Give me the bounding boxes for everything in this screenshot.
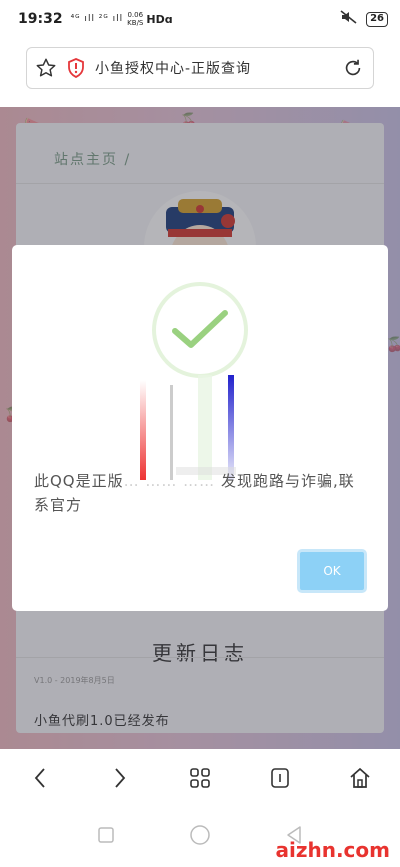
status-bar: 19:32 ⁴ᴳ ıll ²ᴳ ıll 0.06 KB/S HDɑ 26 xyxy=(0,0,400,38)
browser-toolbar xyxy=(0,749,400,807)
circle-icon[interactable] xyxy=(189,824,211,850)
shield-icon[interactable] xyxy=(65,58,87,78)
window-icon[interactable] xyxy=(260,758,300,798)
clock: 19:32 xyxy=(18,11,63,27)
ok-button[interactable]: OK xyxy=(297,549,367,593)
home-icon[interactable] xyxy=(340,758,380,798)
back-icon[interactable] xyxy=(20,758,60,798)
battery-indicator: 26 xyxy=(366,11,388,27)
forward-icon[interactable] xyxy=(100,758,140,798)
hd-indicator: HDɑ xyxy=(146,12,173,26)
success-icon xyxy=(152,282,248,378)
star-icon[interactable] xyxy=(27,57,65,79)
square-icon[interactable] xyxy=(97,826,115,848)
address-bar[interactable]: 小鱼授权中心-正版查询 xyxy=(26,47,374,89)
dialog-message: 此QQ是正版… …… …… 发现跑路与诈骗,联系官方 xyxy=(34,472,355,514)
url-text[interactable]: 小鱼授权中心-正版查询 xyxy=(87,58,333,78)
success-dialog: 此QQ是正版… …… …… 发现跑路与诈骗,联系官方 OK xyxy=(12,245,388,611)
reload-icon[interactable] xyxy=(333,57,373,79)
network-speed: 0.06 KB/S xyxy=(127,11,144,27)
mute-icon xyxy=(340,10,358,28)
tabs-grid-icon[interactable] xyxy=(180,758,220,798)
site-watermark: aizhn.com xyxy=(275,838,390,862)
network-signal: ⁴ᴳ ıll ²ᴳ ıll xyxy=(70,14,124,24)
